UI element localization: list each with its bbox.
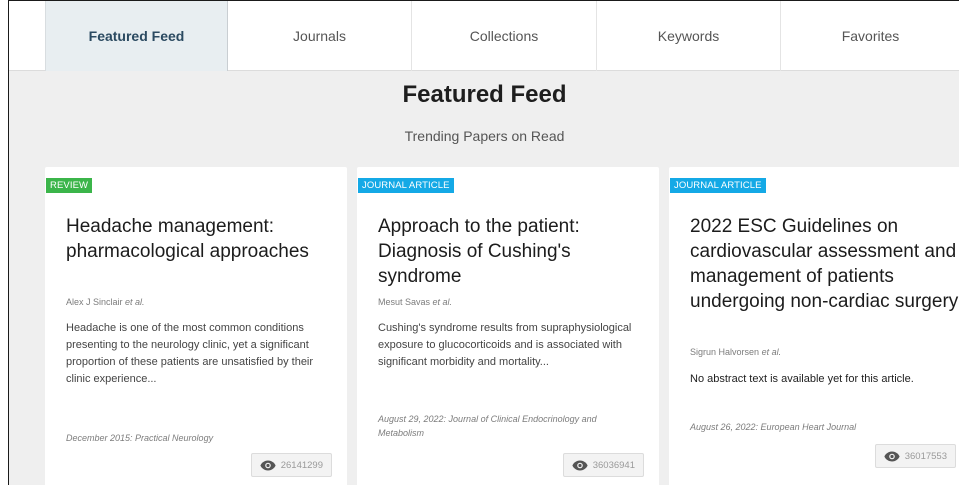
view-count: 26141299 <box>250 453 332 477</box>
view-count-value: 36017553 <box>904 450 947 462</box>
paper-publication-info: December 2015: Practical Neurology <box>66 433 214 443</box>
tab-collections[interactable]: Collections <box>412 1 597 71</box>
author-name: Sigrun Halvorsen <box>690 347 760 357</box>
view-count: 36036941 <box>562 453 644 477</box>
paper-publication-info: August 29, 2022: Journal of Clinical End… <box>378 414 597 438</box>
paper-card-headache[interactable]: REVIEW Headache management: pharmacologi… <box>45 167 347 485</box>
paper-title[interactable]: 2022 ESC Guidelines on cardiovascular as… <box>690 214 959 314</box>
author-name: Mesut Savas <box>378 297 431 307</box>
paper-authors: Sigrun Halvorsen et al. <box>690 347 781 357</box>
author-etal: et al. <box>125 297 145 307</box>
paper-authors: Alex J Sinclair et al. <box>66 297 145 307</box>
page-subtitle: Trending Papers on Read <box>404 128 565 144</box>
paper-abstract: Headache is one of the most common condi… <box>66 322 314 385</box>
paper-authors: Mesut Savas et al. <box>378 297 452 307</box>
paper-abstract: Cushing's syndrome results from supraphy… <box>378 322 632 368</box>
paper-card-esc-guidelines[interactable]: JOURNAL ARTICLE 2022 ESC Guidelines on c… <box>669 167 959 485</box>
tab-featured-feed[interactable]: Featured Feed <box>45 1 228 71</box>
tab-bar: Featured Feed Journals Collections Keywo… <box>9 1 959 71</box>
view-count-value: 26141299 <box>280 459 323 471</box>
view-count: 36017553 <box>874 444 956 468</box>
tab-favorites[interactable]: Favorites <box>781 1 959 71</box>
article-type-badge: REVIEW <box>46 178 93 193</box>
author-etal: et al. <box>761 347 782 357</box>
app-frame: Featured Feed Journals Collections Keywo… <box>8 0 959 485</box>
tab-journals[interactable]: Journals <box>228 1 412 71</box>
eye-icon <box>884 451 900 461</box>
eye-icon <box>572 460 588 470</box>
paper-abstract: No abstract text is available yet for th… <box>690 373 914 385</box>
author-etal: et al. <box>432 297 453 307</box>
article-type-badge: JOURNAL ARTICLE <box>358 178 454 193</box>
tab-keywords[interactable]: Keywords <box>597 1 781 71</box>
paper-card-cushing[interactable]: JOURNAL ARTICLE Approach to the patient:… <box>357 167 659 485</box>
view-count-value: 36036941 <box>592 459 635 471</box>
eye-icon <box>260 460 276 470</box>
paper-publication-info: August 26, 2022: European Heart Journal <box>690 422 857 432</box>
paper-title[interactable]: Approach to the patient: Diagnosis of Cu… <box>378 214 650 289</box>
article-type-badge: JOURNAL ARTICLE <box>670 178 766 193</box>
page-title: Featured Feed <box>402 81 567 108</box>
author-name: Alex J Sinclair <box>66 297 123 307</box>
paper-title[interactable]: Headache management: pharmacological app… <box>66 214 338 264</box>
